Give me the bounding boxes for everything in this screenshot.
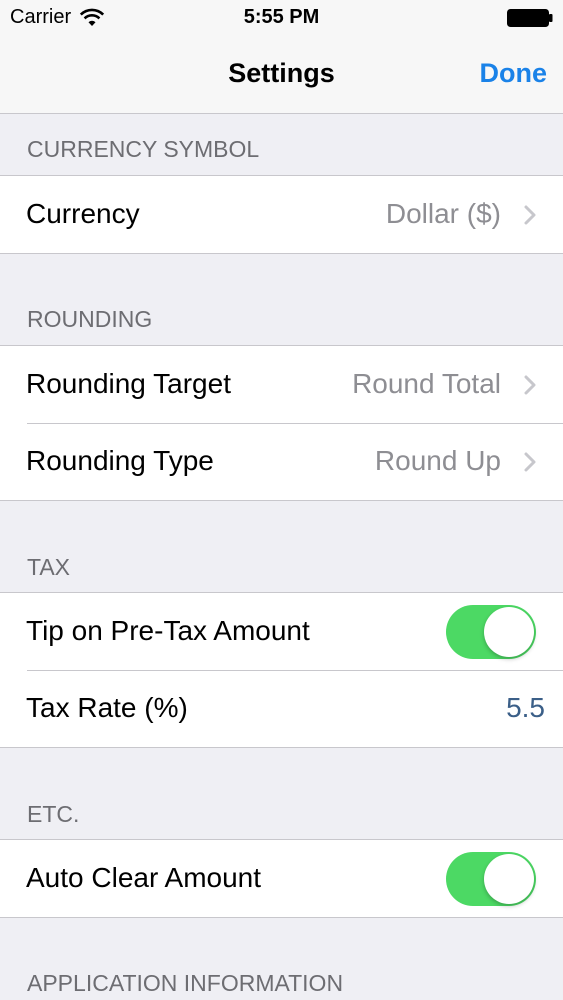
rounding-type-label: Rounding Type — [26, 445, 214, 476]
currency-group: Currency Dollar ($) — [0, 175, 563, 254]
toggle-knob — [484, 854, 534, 904]
status-bar: Carrier 5:55 PM — [0, 0, 563, 36]
done-button[interactable]: Done — [480, 58, 548, 89]
chevron-right-icon — [524, 205, 536, 225]
section-header-tax: TAX — [27, 554, 71, 580]
rounding-target-cell[interactable]: Rounding Target Round Total — [0, 346, 563, 423]
rounding-target-value: Round Total — [352, 368, 501, 399]
tax-group: Tip on Pre-Tax Amount Tax Rate (%) 5.5 — [0, 592, 563, 748]
auto-clear-label: Auto Clear Amount — [26, 862, 262, 893]
rounding-group: Rounding Target Round Total Rounding Typ… — [0, 345, 563, 501]
etc-group: Auto Clear Amount — [0, 839, 563, 918]
section-header-etc: ETC. — [27, 801, 80, 827]
rounding-type-value: Round Up — [374, 445, 501, 476]
rounding-target-label: Rounding Target — [26, 368, 231, 399]
toggle-knob — [484, 607, 534, 657]
auto-clear-cell: Auto Clear Amount — [0, 840, 563, 917]
tip-pretax-cell: Tip on Pre-Tax Amount — [0, 593, 563, 670]
tax-rate-label: Tax Rate (%) — [26, 692, 188, 723]
section-header-rounding: ROUNDING — [27, 306, 153, 332]
status-time: 5:55 PM — [243, 6, 320, 28]
chevron-right-icon — [524, 452, 536, 472]
currency-cell[interactable]: Currency Dollar ($) — [0, 176, 563, 253]
auto-clear-toggle[interactable] — [446, 852, 536, 906]
battery-icon — [507, 9, 553, 27]
currency-label: Currency — [26, 198, 140, 229]
currency-value: Dollar ($) — [385, 198, 501, 229]
section-header-app-info: APPLICATION INFORMATION — [27, 970, 344, 996]
chevron-right-icon — [524, 375, 536, 395]
tax-rate-value[interactable]: 5.5 — [506, 692, 545, 724]
rounding-type-cell[interactable]: Rounding Type Round Up — [0, 423, 563, 500]
tip-pretax-toggle[interactable] — [446, 605, 536, 659]
tip-pretax-label: Tip on Pre-Tax Amount — [26, 615, 310, 646]
tax-rate-cell[interactable]: Tax Rate (%) 5.5 — [0, 670, 563, 747]
navigation-bar: Settings Done — [0, 36, 563, 114]
section-header-currency: CURRENCY SYMBOL — [27, 136, 260, 162]
